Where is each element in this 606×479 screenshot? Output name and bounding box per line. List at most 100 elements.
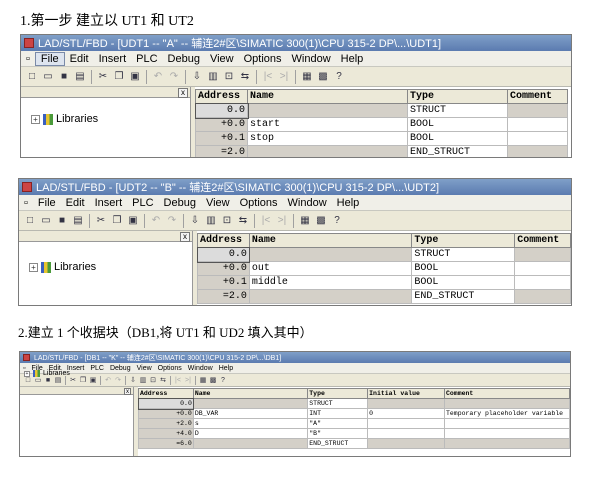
document-menu-icon[interactable]: ▫ — [21, 53, 35, 65]
cell-comment[interactable]: Temporary placeholder variable — [444, 408, 570, 419]
menu-options[interactable]: Options — [235, 197, 283, 209]
download-icon[interactable]: ⇩ — [189, 69, 205, 85]
cell-type[interactable]: END_STRUCT — [307, 438, 369, 449]
menu-plc[interactable]: PLC — [131, 53, 162, 65]
cell-initial[interactable] — [367, 418, 445, 429]
cell-name[interactable]: start — [247, 117, 408, 132]
overview-icon[interactable]: ▦ — [299, 69, 315, 85]
menu-insert[interactable]: Insert — [94, 53, 132, 65]
monitor-icon[interactable]: ▥ — [205, 69, 221, 85]
cell-address[interactable]: =2.0 — [195, 145, 248, 157]
table-row[interactable]: +4.0 D "B" — [138, 428, 570, 439]
cell-name[interactable] — [248, 247, 413, 262]
column-header-type[interactable]: Type — [307, 388, 369, 399]
new-icon[interactable]: □ — [22, 213, 38, 229]
nav-last-icon[interactable]: >| — [183, 375, 193, 385]
table-row[interactable]: +0.1 middle BOOL — [197, 275, 571, 290]
menu-edit[interactable]: Edit — [65, 53, 94, 65]
paste-icon[interactable]: ▣ — [127, 69, 143, 85]
table-row[interactable]: 0.0 STRUCT — [196, 246, 571, 263]
cell-name[interactable]: s — [192, 418, 309, 429]
undo-icon[interactable]: ↶ — [148, 213, 164, 229]
cell-comment[interactable] — [514, 275, 571, 290]
column-header-address[interactable]: Address — [195, 89, 248, 104]
cell-name[interactable] — [192, 438, 309, 449]
cell-comment[interactable] — [507, 103, 568, 118]
menu-view[interactable]: View — [201, 197, 235, 209]
cell-comment[interactable] — [444, 398, 570, 409]
table-row[interactable]: =2.0 END_STRUCT — [197, 289, 571, 304]
column-header-initial-value[interactable]: Initial value — [367, 388, 445, 399]
table-row[interactable]: +0.0 DB_VAR INT 0 Temporary placeholder vari… — [138, 408, 570, 419]
cell-comment[interactable] — [514, 289, 571, 304]
column-header-name[interactable]: Name — [247, 89, 408, 104]
table-row[interactable]: +2.0 s "A" — [138, 418, 570, 429]
cell-comment[interactable] — [507, 117, 568, 132]
table-row[interactable]: +0.1 stop BOOL — [195, 131, 568, 146]
details-icon[interactable]: ▩ — [208, 375, 218, 385]
menu-help[interactable]: Help — [332, 197, 365, 209]
monitor-icon[interactable]: ▥ — [203, 213, 219, 229]
cut-icon[interactable]: ✂ — [95, 69, 111, 85]
download-icon[interactable]: ⇩ — [187, 213, 203, 229]
expand-icon[interactable]: + — [24, 370, 30, 377]
cell-comment[interactable] — [507, 131, 568, 146]
copy-icon[interactable]: ❐ — [109, 213, 125, 229]
table-row[interactable]: +0.0 out BOOL — [197, 261, 571, 276]
cell-address[interactable]: =2.0 — [197, 289, 250, 304]
help-icon[interactable]: ? — [331, 69, 347, 85]
column-header-type[interactable]: Type — [411, 233, 516, 248]
details-icon[interactable]: ▩ — [315, 69, 331, 85]
cell-type[interactable]: STRUCT — [411, 247, 516, 262]
column-header-comment[interactable]: Comment — [444, 388, 570, 399]
cell-type[interactable]: STRUCT — [307, 398, 369, 409]
cell-address[interactable]: +0.1 — [195, 131, 248, 146]
cell-initial[interactable] — [367, 428, 445, 439]
cell-type[interactable]: BOOL — [407, 131, 508, 146]
goto-icon[interactable]: ⇆ — [235, 213, 251, 229]
cell-type[interactable]: BOOL — [407, 117, 508, 132]
menu-plc[interactable]: PLC — [127, 197, 158, 209]
cell-address[interactable]: +2.0 — [138, 418, 194, 429]
cell-initial[interactable] — [367, 438, 445, 449]
cell-name[interactable]: D — [192, 428, 309, 439]
print-icon[interactable]: ▤ — [72, 69, 88, 85]
cell-comment[interactable] — [444, 428, 570, 439]
cell-name[interactable]: DB_VAR — [192, 408, 309, 419]
menu-window[interactable]: Window — [283, 197, 332, 209]
menu-plc[interactable]: PLC — [87, 365, 107, 372]
cell-name[interactable]: middle — [248, 275, 413, 290]
cell-address[interactable]: 0.0 — [196, 246, 251, 263]
copy-icon[interactable]: ❐ — [111, 69, 127, 85]
cell-address[interactable]: =6.0 — [138, 438, 194, 449]
table-row[interactable]: =2.0 END_STRUCT — [195, 145, 568, 157]
column-header-comment[interactable]: Comment — [514, 233, 571, 248]
cell-type[interactable]: BOOL — [411, 261, 516, 276]
new-icon[interactable]: □ — [24, 69, 40, 85]
cell-name[interactable] — [247, 103, 408, 118]
cell-address[interactable]: +0.0 — [138, 408, 194, 419]
overview-icon[interactable]: ▦ — [297, 213, 313, 229]
save-icon[interactable]: ■ — [56, 69, 72, 85]
table-row[interactable]: +0.0 start BOOL — [195, 117, 568, 132]
cell-type[interactable]: INT — [307, 408, 369, 419]
menu-debug[interactable]: Debug — [163, 53, 205, 65]
cell-type[interactable]: "A" — [307, 418, 369, 429]
monitor-icon[interactable]: ▥ — [138, 375, 148, 385]
table-row[interactable]: =6.0 END_STRUCT — [138, 438, 570, 449]
menu-help[interactable]: Help — [336, 53, 369, 65]
nav-last-icon[interactable]: >| — [274, 213, 290, 229]
copy-icon[interactable]: ❐ — [78, 375, 88, 385]
expand-icon[interactable]: + — [29, 262, 38, 272]
menu-file[interactable]: File — [33, 197, 61, 209]
column-header-name[interactable]: Name — [192, 388, 309, 399]
nav-first-icon[interactable]: |< — [173, 375, 183, 385]
cell-type[interactable]: END_STRUCT — [411, 289, 516, 304]
column-header-address[interactable]: Address — [138, 388, 194, 399]
column-header-address[interactable]: Address — [197, 233, 250, 248]
window-title-bar[interactable]: LAD/STL/FBD - [UDT2 -- "B" -- 辅连2#区\SIMA… — [19, 179, 571, 195]
redo-icon[interactable]: ↷ — [164, 213, 180, 229]
close-icon[interactable]: x — [180, 232, 190, 242]
paste-icon[interactable]: ▣ — [125, 213, 141, 229]
libraries-tree-item[interactable]: + Libraries — [24, 370, 70, 377]
